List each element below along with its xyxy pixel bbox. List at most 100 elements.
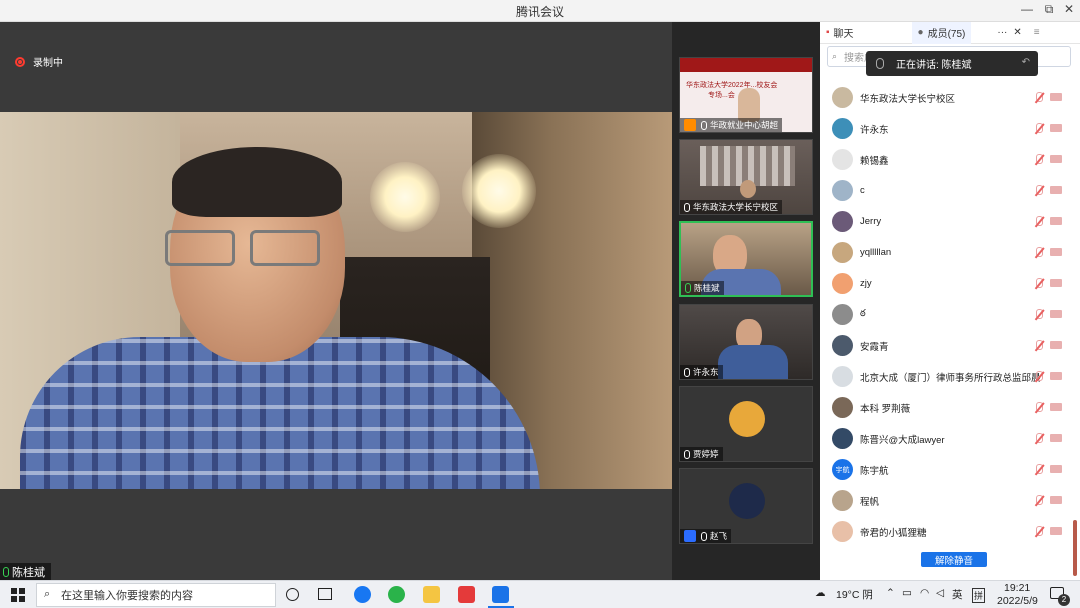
tile-name-tag: 贾婷婷 xyxy=(680,447,723,461)
member-row[interactable]: c xyxy=(820,175,1074,206)
avatar xyxy=(832,335,853,356)
app-icon[interactable] xyxy=(354,586,371,603)
avatar xyxy=(832,304,853,325)
video-tile[interactable]: 华东政法大学2022年...校友会 专场...会 华政就业中心胡超 xyxy=(679,57,813,133)
minimize-button[interactable]: — xyxy=(1016,2,1038,16)
wechat-icon[interactable] xyxy=(388,586,405,603)
mic-muted-icon[interactable] xyxy=(1034,216,1044,227)
mic-icon xyxy=(684,202,690,212)
recording-indicator[interactable]: 录制中 xyxy=(15,54,63,69)
clock-date[interactable]: 2022/5/9 xyxy=(997,595,1038,607)
member-row[interactable]: 华东政法大学长宁校区 xyxy=(820,82,1074,113)
mic-muted-icon[interactable] xyxy=(1034,309,1044,320)
video-strip: 华东政法大学2022年...校友会 专场...会 华政就业中心胡超 华东政法大学… xyxy=(672,22,820,580)
window-title: 腾讯会议 xyxy=(515,5,564,19)
tile-name-tag: 陈桂斌 xyxy=(681,281,724,295)
avatar xyxy=(832,180,853,201)
scrollbar[interactable] xyxy=(1073,520,1077,576)
menu-icon[interactable]: ≡ xyxy=(1034,27,1040,38)
notification-badge: 2 xyxy=(1058,594,1070,606)
camera-off-icon[interactable] xyxy=(1050,124,1062,132)
more-button[interactable]: ··· xyxy=(997,27,1007,38)
mic-muted-icon[interactable] xyxy=(1034,340,1044,351)
tab-members[interactable]: ● 成员(75) xyxy=(911,21,972,44)
weather-icon[interactable]: ☁ xyxy=(815,587,826,599)
mic-icon xyxy=(701,531,707,541)
camera-off-icon[interactable] xyxy=(1050,496,1062,504)
member-row[interactable]: yqlllllan xyxy=(820,237,1074,268)
mic-muted-icon[interactable] xyxy=(1034,247,1044,258)
mic-muted-icon[interactable] xyxy=(1034,371,1044,382)
mic-icon xyxy=(701,120,707,130)
camera-off-icon[interactable] xyxy=(1050,341,1062,349)
cortana-icon[interactable] xyxy=(286,588,299,601)
mic-muted-icon[interactable] xyxy=(1034,495,1044,506)
member-row[interactable]: 许永东 xyxy=(820,113,1074,144)
camera-off-icon[interactable] xyxy=(1050,310,1062,318)
mic-muted-icon[interactable] xyxy=(1034,92,1044,103)
member-row[interactable]: 安霞青 xyxy=(820,330,1074,361)
camera-off-icon[interactable] xyxy=(1050,279,1062,287)
camera-off-icon[interactable] xyxy=(1050,403,1062,411)
member-name: 许永东 xyxy=(860,124,889,136)
ime-label[interactable]: 英 xyxy=(952,587,963,602)
mic-muted-icon[interactable] xyxy=(1034,278,1044,289)
windows-start-icon[interactable] xyxy=(11,588,25,602)
camera-off-icon[interactable] xyxy=(1050,372,1062,380)
mic-muted-icon[interactable] xyxy=(1034,433,1044,444)
wps-icon[interactable] xyxy=(458,586,475,603)
restore-button[interactable]: ⧉ xyxy=(1038,2,1060,17)
video-tile[interactable]: 许永东 xyxy=(679,304,813,380)
member-row[interactable]: 帝君的小狐狸糖 xyxy=(820,516,1074,547)
weather-label[interactable]: 19°C 阴 xyxy=(836,587,873,602)
camera-off-icon[interactable] xyxy=(1050,248,1062,256)
member-row[interactable]: 程帆 xyxy=(820,485,1074,516)
camera-off-icon[interactable] xyxy=(1050,93,1062,101)
chevron-up-icon[interactable]: ⌃ xyxy=(886,587,895,599)
wifi-icon[interactable]: ◠ xyxy=(920,587,929,599)
camera-off-icon[interactable] xyxy=(1050,186,1062,194)
mic-muted-icon[interactable] xyxy=(1034,464,1044,475)
close-panel-button[interactable]: ✕ xyxy=(1013,27,1021,38)
battery-icon[interactable]: ▭ xyxy=(902,587,912,599)
mic-muted-icon[interactable] xyxy=(1034,154,1044,165)
avatar xyxy=(832,242,853,263)
tab-chat[interactable]: ▪ 聊天 xyxy=(820,22,860,44)
tencent-meeting-icon[interactable] xyxy=(492,586,509,603)
video-tile-active[interactable]: 陈桂斌 xyxy=(679,221,813,297)
member-name: 程帆 xyxy=(860,496,880,508)
member-name: 陈宇航 xyxy=(860,465,889,477)
clock-time[interactable]: 19:21 xyxy=(1004,582,1030,594)
folder-icon[interactable] xyxy=(423,586,440,603)
video-tile[interactable]: 贾婷婷 xyxy=(679,386,813,462)
camera-off-icon[interactable] xyxy=(1050,434,1062,442)
avatar xyxy=(832,273,853,294)
main-stage: 录制中 陈桂斌 xyxy=(0,22,672,580)
member-row[interactable]: 赖锡鑫 xyxy=(820,144,1074,175)
member-row[interactable]: ఠ xyxy=(820,299,1074,330)
member-row[interactable]: 北京大成（厦门）律师事务所行政总监邱晨 xyxy=(820,361,1074,392)
video-tile[interactable]: 赵飞 xyxy=(679,468,813,544)
close-button[interactable]: ✕ xyxy=(1058,2,1080,16)
unmute-all-button[interactable]: 解除静音 xyxy=(921,552,987,567)
camera-off-icon[interactable] xyxy=(1050,155,1062,163)
member-row[interactable]: 本科 罗荆薇 xyxy=(820,392,1074,423)
task-view-icon[interactable] xyxy=(318,588,332,600)
main-speaker-video[interactable] xyxy=(0,112,672,489)
member-row[interactable]: zjy xyxy=(820,268,1074,299)
mic-muted-icon[interactable] xyxy=(1034,123,1044,134)
taskbar-search-input[interactable]: ⌕ 在这里输入你要搜索的内容 xyxy=(36,583,276,607)
volume-icon[interactable]: ◁ xyxy=(936,587,944,599)
camera-off-icon[interactable] xyxy=(1050,465,1062,473)
member-row[interactable]: Jerry xyxy=(820,206,1074,237)
camera-off-icon[interactable] xyxy=(1050,217,1062,225)
camera-off-icon[interactable] xyxy=(1050,527,1062,535)
member-row[interactable]: 陈晋兴@大成lawyer xyxy=(820,423,1074,454)
ime-mode[interactable]: 拼 xyxy=(972,588,986,603)
mic-icon xyxy=(684,449,690,459)
mic-muted-icon[interactable] xyxy=(1034,526,1044,537)
video-tile[interactable]: 华东政法大学长宁校区 xyxy=(679,139,813,215)
mic-muted-icon[interactable] xyxy=(1034,185,1044,196)
member-row[interactable]: 宇航 陈宇航 xyxy=(820,454,1074,485)
mic-muted-icon[interactable] xyxy=(1034,402,1044,413)
